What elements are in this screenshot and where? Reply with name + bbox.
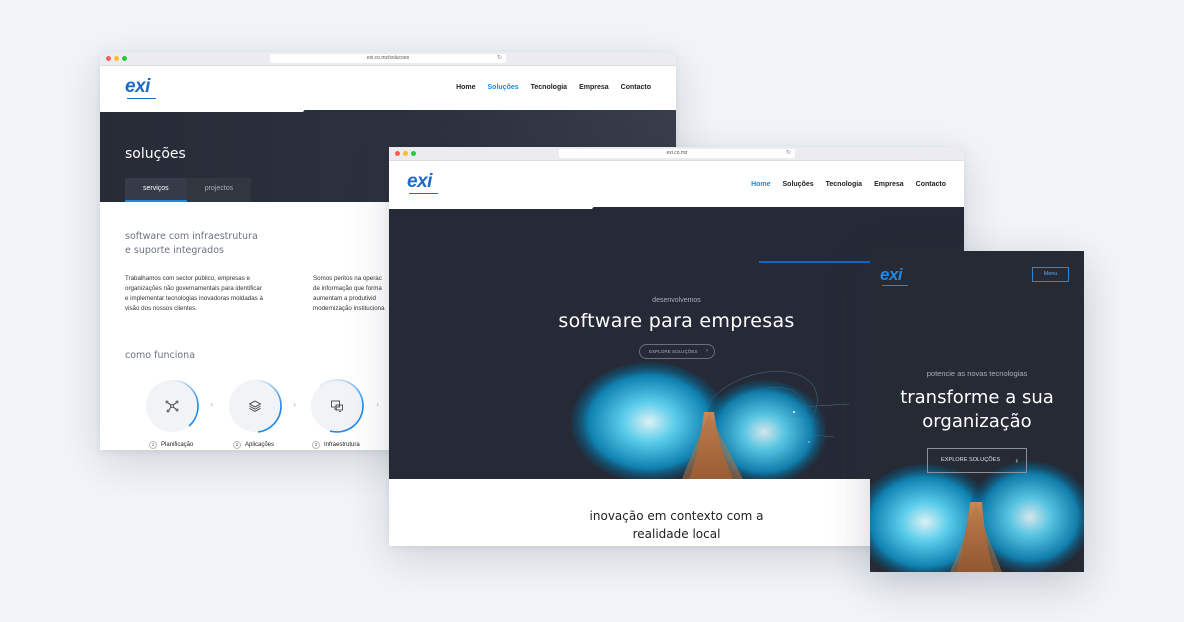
tab-projectos[interactable]: projectos: [186, 178, 252, 202]
close-window-button[interactable]: [395, 151, 400, 156]
mobile-kicker: potencie as novas tecnologias: [926, 369, 1028, 378]
button-label: EXPLORE SOLUÇÕES: [941, 457, 1001, 463]
site-header: exi Home Soluções Tecnologia Empresa Con…: [100, 66, 676, 110]
nav-contacto[interactable]: Contacto: [916, 181, 946, 188]
para-line: Trabalhamos com sector público, empresas…: [125, 275, 250, 282]
step-aplicacoes[interactable]: [229, 379, 282, 433]
nav-empresa[interactable]: Empresa: [874, 181, 904, 188]
chevron-right-icon: ›: [210, 400, 214, 409]
address-bar[interactable]: exi.co.mz ↻: [559, 149, 795, 158]
para-line: e implementar tecnologias inovadoras mol…: [125, 295, 263, 302]
minimize-window-button[interactable]: [403, 151, 408, 156]
step-label-text: Infraestrutura: [324, 442, 360, 448]
button-label: EXPLORE SOLUÇÕES: [649, 349, 698, 354]
chevron-right-icon: ›: [376, 400, 380, 409]
maximize-window-button[interactable]: [122, 56, 127, 61]
main-nav: Home Soluções Tecnologia Empresa Contact…: [751, 181, 946, 188]
nav-home[interactable]: Home: [751, 181, 770, 188]
step-number: 1: [149, 441, 157, 449]
nav-contacto[interactable]: Contacto: [621, 84, 651, 91]
nav-tecnologia[interactable]: Tecnologia: [531, 84, 567, 91]
menu-button[interactable]: Menu: [1032, 267, 1069, 282]
monitor-icon: [331, 400, 343, 412]
nav-tecnologia[interactable]: Tecnologia: [826, 181, 862, 188]
accent-line: [759, 261, 874, 263]
para-line: visão dos nossos clientes.: [125, 305, 197, 312]
mobile-view: exi Menu potencie as novas tecnologias t…: [870, 251, 1084, 572]
title-line-2: organização: [922, 411, 1032, 432]
exi-logo[interactable]: exi: [125, 76, 156, 99]
nav-solucoes[interactable]: Soluções: [488, 84, 519, 91]
exi-logo[interactable]: exi: [880, 265, 909, 286]
step-infraestrutura[interactable]: [311, 379, 364, 433]
intro-paragraph-left: Trabalhamos com sector público, empresas…: [125, 274, 300, 314]
explore-solucoes-button[interactable]: EXPLORE SOLUÇÕES ›: [639, 344, 715, 359]
step-label-3: 3 Infraestrutura: [312, 441, 360, 449]
maximize-window-button[interactable]: [411, 151, 416, 156]
chevron-right-icon: ›: [293, 400, 297, 409]
nav-empresa[interactable]: Empresa: [579, 84, 609, 91]
logo-text: exi: [880, 265, 903, 284]
chevron-right-icon: ›: [706, 348, 708, 354]
section-subheading: software com infraestrutura e suporte in…: [125, 230, 258, 258]
step-label-1: 1 Planificação: [149, 441, 193, 449]
layers-icon: [248, 400, 262, 412]
step-number: 3: [312, 441, 320, 449]
address-bar-url: exi.co.mz: [666, 150, 688, 156]
browser-titlebar: exi.co.mz ↻: [389, 147, 964, 161]
chevron-right-icon: ›: [1015, 456, 1018, 465]
como-funciona-heading: como funciona: [125, 350, 196, 361]
reload-icon[interactable]: ↻: [497, 54, 502, 63]
page-title: soluções: [125, 146, 186, 162]
step-label-text: Aplicações: [245, 442, 275, 448]
tab-servicos[interactable]: serviços: [125, 178, 187, 202]
title-line-1: transforme a sua: [900, 387, 1054, 408]
mobile-title: transforme a sua organização: [870, 386, 1084, 434]
minimize-window-button[interactable]: [114, 56, 119, 61]
solucoes-tabs: serviços projectos: [125, 178, 252, 202]
explore-solucoes-button[interactable]: EXPLORE SOLUÇÕES ›: [927, 448, 1027, 473]
address-bar-url: exi.co.mz/solucoes: [366, 55, 410, 61]
nav-home[interactable]: Home: [456, 84, 475, 91]
step-planificacao[interactable]: [146, 379, 199, 432]
browser-titlebar: exi.co.mz/solucoes ↻: [100, 52, 676, 66]
step-label-text: Planificação: [161, 442, 194, 448]
network-icon: [165, 400, 179, 413]
butterfly-image: [571, 362, 850, 479]
subheading-line-1: software com infraestrutura: [125, 231, 258, 242]
main-nav: Home Soluções Tecnologia Empresa Contact…: [456, 84, 651, 91]
exi-logo[interactable]: exi: [407, 171, 438, 194]
close-window-button[interactable]: [106, 56, 111, 61]
address-bar[interactable]: exi.co.mz/solucoes ↻: [270, 54, 506, 63]
nav-solucoes[interactable]: Soluções: [783, 181, 814, 188]
step-number: 2: [233, 441, 241, 449]
logo-text: exi: [407, 171, 432, 192]
step-label-2: 2 Aplicações: [233, 441, 274, 449]
logo-text: exi: [125, 76, 150, 97]
site-header: exi Home Soluções Tecnologia Empresa Con…: [389, 161, 964, 207]
subheading-line-2: e suporte integrados: [125, 245, 224, 256]
reload-icon[interactable]: ↻: [786, 149, 791, 158]
para-line: organizações não governamentais para ide…: [125, 285, 262, 292]
